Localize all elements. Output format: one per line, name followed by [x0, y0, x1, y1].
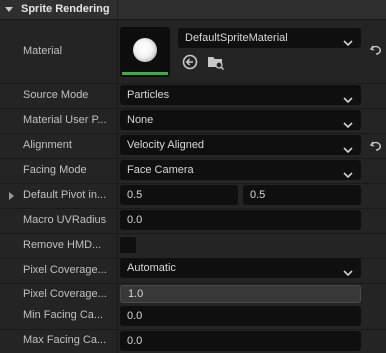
dropdown-value: Velocity Aligned — [127, 139, 205, 151]
column-divider — [117, 159, 118, 183]
reset-to-default-icon[interactable] — [369, 140, 382, 155]
property-label: Pixel Coverage... — [23, 288, 107, 300]
column-divider — [117, 84, 118, 108]
property-label: Pixel Coverage... — [23, 264, 107, 276]
column-divider — [117, 234, 118, 258]
pixel-coverage-blend-field[interactable]: 1.0 — [120, 285, 361, 303]
field-value: 0.5 — [250, 189, 266, 201]
pivot-x-field[interactable]: 0.5 — [120, 185, 238, 205]
chevron-right-icon[interactable] — [8, 191, 15, 204]
macro-uv-radius-field[interactable]: 0.0 — [120, 210, 361, 230]
chevron-down-icon — [343, 34, 353, 54]
column-divider — [117, 20, 118, 83]
property-label: Remove HMD... — [23, 239, 102, 251]
chevron-down-icon — [343, 141, 353, 161]
min-facing-camera-field[interactable]: 0.0 — [120, 306, 361, 326]
property-label: Default Pivot in... — [23, 189, 107, 201]
property-row-max-facing-camera: Max Facing Ca... 0.0 — [0, 330, 386, 353]
chevron-down-icon — [343, 116, 353, 136]
property-label: Macro UVRadius — [23, 214, 107, 226]
use-selected-asset-icon[interactable] — [182, 54, 198, 73]
property-label: Min Facing Ca... — [23, 309, 104, 321]
column-divider[interactable] — [117, 0, 118, 19]
pixel-coverage-mode-dropdown[interactable]: Automatic — [120, 258, 361, 278]
field-value: 0.5 — [127, 189, 143, 201]
column-divider — [117, 184, 118, 208]
column-divider — [117, 330, 118, 353]
property-label: Material User P... — [23, 114, 107, 126]
field-value: 0.0 — [127, 214, 143, 226]
property-label: Source Mode — [23, 89, 89, 101]
material-asset-picker[interactable]: DefaultSpriteMaterial — [178, 28, 361, 48]
column-divider — [117, 305, 118, 329]
material-user-param-dropdown[interactable]: None — [120, 110, 361, 130]
material-thumbnail[interactable] — [120, 27, 170, 77]
property-row-macro-uv-radius: Macro UVRadius 0.0 — [0, 209, 386, 233]
pivot-y-field[interactable]: 0.5 — [243, 185, 361, 205]
dropdown-value: Face Camera — [127, 164, 194, 176]
dropdown-value: None — [127, 114, 154, 126]
material-value: DefaultSpriteMaterial — [185, 32, 288, 44]
property-row-facing-mode: Facing Mode Face Camera — [0, 159, 386, 183]
section-title: Sprite Rendering — [21, 3, 110, 15]
asset-type-bar — [122, 72, 168, 75]
property-label: Max Facing Ca... — [23, 334, 107, 346]
property-row-alignment: Alignment Velocity Aligned — [0, 134, 386, 158]
property-row-remove-hmd: Remove HMD... — [0, 234, 386, 258]
column-divider — [117, 209, 118, 233]
reset-to-default-icon[interactable] — [369, 44, 382, 59]
chevron-down-icon — [343, 166, 353, 186]
dropdown-value: Particles — [127, 89, 170, 101]
alignment-dropdown[interactable]: Velocity Aligned — [120, 135, 361, 155]
source-mode-dropdown[interactable]: Particles — [120, 85, 361, 105]
property-label: Material — [23, 45, 63, 57]
property-row-pixel-coverage-mode: Pixel Coverage... Automatic — [0, 258, 386, 283]
column-divider — [117, 109, 118, 133]
remove-hmd-checkbox[interactable] — [120, 237, 136, 253]
field-value: 0.0 — [127, 335, 143, 347]
facing-mode-dropdown[interactable]: Face Camera — [120, 160, 361, 180]
property-row-min-facing-camera: Min Facing Ca... 0.0 — [0, 305, 386, 329]
column-divider — [117, 284, 118, 305]
property-label: Facing Mode — [23, 164, 87, 176]
sphere-preview — [133, 38, 157, 62]
max-facing-camera-field[interactable]: 0.0 — [120, 331, 361, 351]
property-row-material: Material DefaultSpriteMaterial — [0, 20, 386, 83]
column-divider — [117, 259, 118, 283]
browse-asset-folder-icon[interactable] — [207, 54, 225, 73]
chevron-down-icon[interactable] — [4, 5, 14, 17]
property-row-material-user-param: Material User P... None — [0, 109, 386, 133]
property-label: Alignment — [23, 139, 72, 151]
property-row-default-pivot: Default Pivot in... 0.5 0.5 — [0, 184, 386, 208]
section-header-sprite-rendering[interactable]: Sprite Rendering — [0, 0, 386, 19]
field-value: 0.0 — [127, 310, 143, 322]
chevron-down-icon — [343, 91, 353, 111]
property-row-pixel-coverage-blend: Pixel Coverage... 1.0 — [0, 284, 386, 305]
chevron-down-icon — [343, 264, 353, 284]
dropdown-value: Automatic — [127, 262, 176, 274]
field-value: 1.0 — [128, 288, 144, 300]
property-row-source-mode: Source Mode Particles — [0, 84, 386, 108]
column-divider — [117, 134, 118, 158]
